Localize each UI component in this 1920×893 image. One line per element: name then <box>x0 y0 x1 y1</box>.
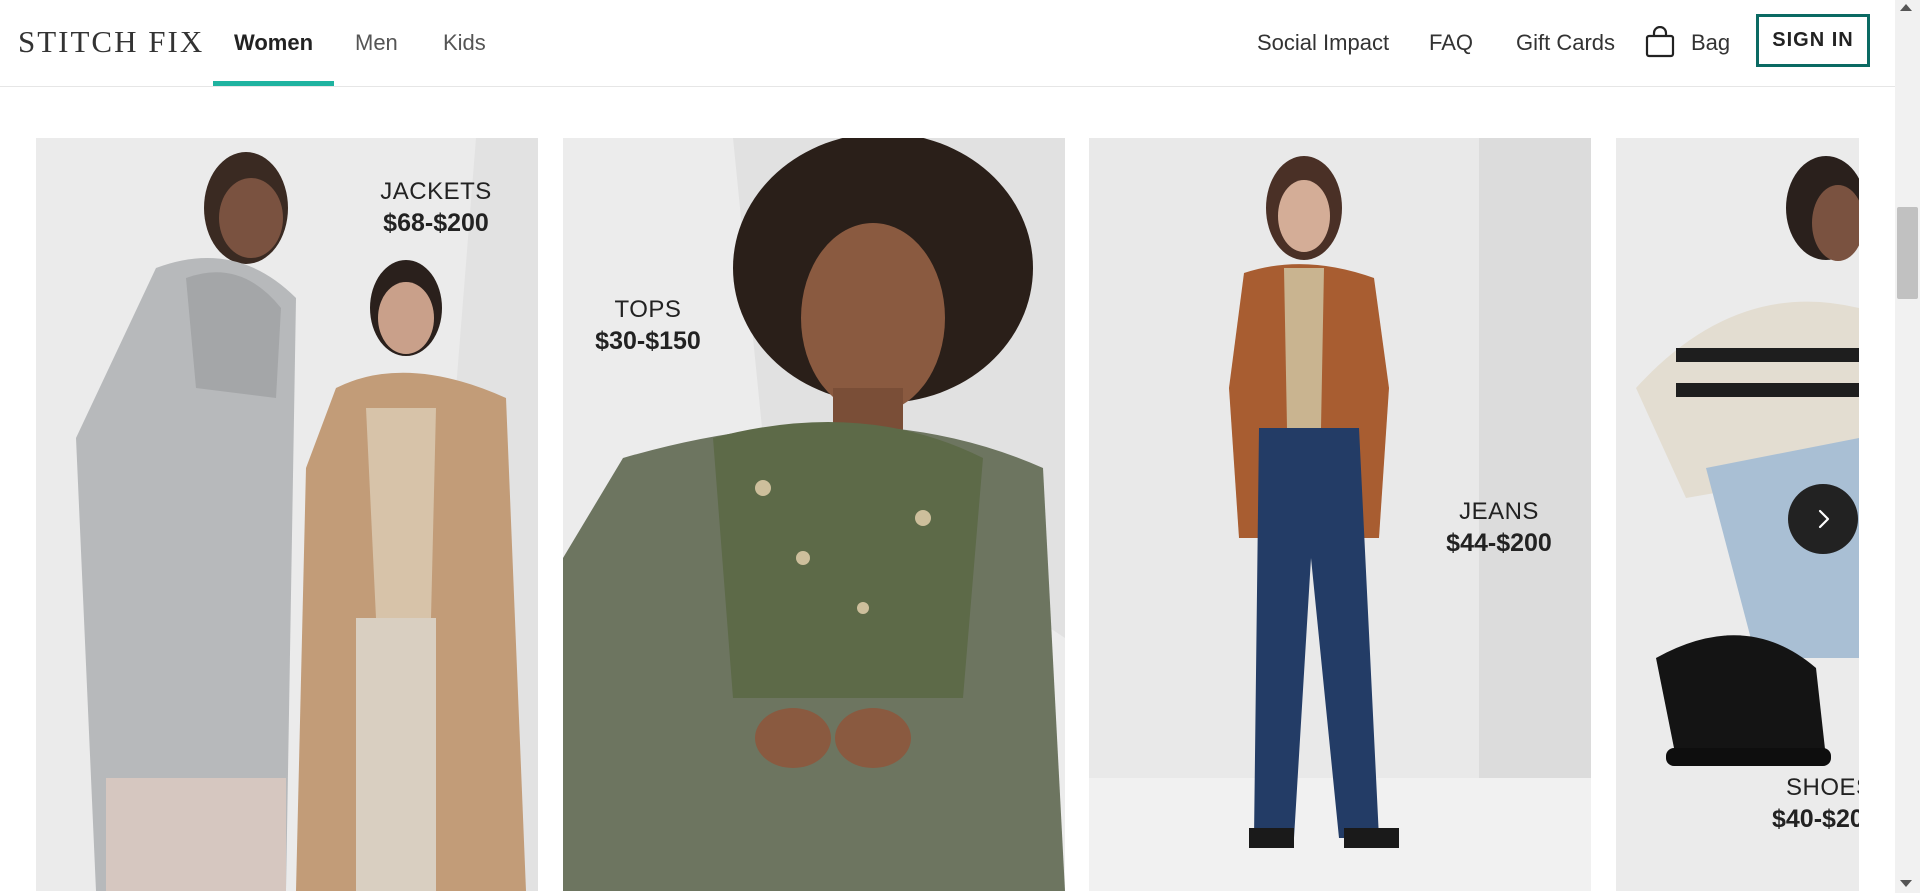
site-header: STITCH FIX Women Men Kids Social Impact … <box>0 0 1895 87</box>
gift-cards-link[interactable]: Gift Cards <box>1516 30 1615 56</box>
tab-kids[interactable]: Kids <box>443 30 486 56</box>
bag-link[interactable]: Bag <box>1691 30 1730 56</box>
category-price: $68-$200 <box>383 209 489 237</box>
category-price: $44-$200 <box>1446 529 1552 557</box>
jeans-label: JEANS $44-$200 <box>1429 498 1569 558</box>
category-card-jackets[interactable]: JACKETS $68-$200 <box>36 138 538 891</box>
scroll-down-arrow-icon[interactable] <box>1900 880 1912 887</box>
category-name: TOPS <box>614 296 682 323</box>
jackets-label: JACKETS $68-$200 <box>356 178 516 238</box>
category-name: SHOES <box>1786 774 1859 801</box>
category-name: JACKETS <box>380 178 492 205</box>
social-impact-link[interactable]: Social Impact <box>1257 30 1389 56</box>
logo[interactable]: STITCH FIX <box>18 24 204 60</box>
scrollbar-thumb[interactable] <box>1897 207 1918 299</box>
category-price: $40-$200 <box>1772 805 1859 833</box>
sign-in-button[interactable]: SIGN IN <box>1756 14 1870 67</box>
chevron-right-icon <box>1818 509 1830 529</box>
carousel-next-button[interactable] <box>1788 484 1858 554</box>
jackets-image <box>36 138 538 891</box>
category-card-jeans[interactable]: JEANS $44-$200 <box>1089 138 1591 891</box>
shopping-bag-icon[interactable] <box>1645 26 1675 58</box>
tab-men[interactable]: Men <box>355 30 398 56</box>
tab-women[interactable]: Women <box>234 30 313 56</box>
scroll-up-arrow-icon[interactable] <box>1900 4 1912 11</box>
category-carousel: JACKETS $68-$200 TOPS $30-$150 JEANS $44… <box>0 86 1895 893</box>
category-name: JEANS <box>1459 498 1539 525</box>
category-card-tops[interactable]: TOPS $30-$150 <box>563 138 1065 891</box>
shoes-label: SHOES $40-$200 <box>1766 774 1859 834</box>
faq-link[interactable]: FAQ <box>1429 30 1473 56</box>
tops-label: TOPS $30-$150 <box>573 296 723 356</box>
tops-image <box>563 138 1065 891</box>
page-scrollbar[interactable] <box>1895 0 1920 893</box>
category-price: $30-$150 <box>595 327 701 355</box>
